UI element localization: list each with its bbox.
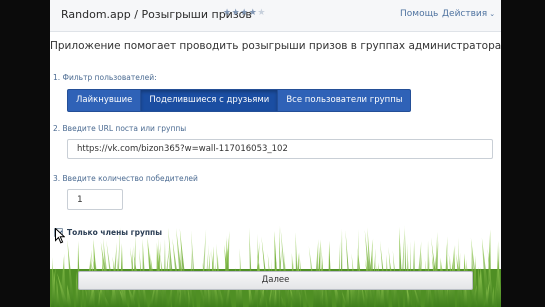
mouse-cursor-icon	[55, 228, 65, 244]
star-icon: ★	[231, 8, 241, 18]
filter-button-group: Лайкнувшие Поделившиеся с друзьями Все п…	[67, 89, 412, 112]
actions-label: Действия	[442, 9, 488, 19]
star-icon: ★	[240, 8, 249, 18]
actions-menu[interactable]: Действия ⌄	[442, 9, 495, 19]
count-label: 3. Введите количество победителей	[53, 174, 198, 183]
star-icon: ★	[257, 8, 266, 18]
winners-count-input[interactable]	[67, 189, 123, 210]
members-only-checkbox[interactable]: Только члены группы	[54, 226, 162, 238]
url-label: 2. Введите URL поста или группы	[53, 124, 187, 133]
grass-blade	[340, 228, 343, 307]
filter-liked-button[interactable]: Лайкнувшие	[67, 89, 142, 112]
app-window: Random.app / Розыгрыши призов ★★★★★ Помо…	[50, 0, 501, 307]
chevron-down-icon: ⌄	[489, 10, 496, 18]
filter-shared-button[interactable]: Поделившиеся с друзьями	[141, 89, 279, 112]
top-bar: Random.app / Розыгрыши призов ★★★★★ Помо…	[50, 0, 501, 32]
filter-all-members-button[interactable]: Все пользователи группы	[278, 89, 412, 112]
next-button[interactable]: Далее	[78, 271, 473, 290]
filter-label: 1. Фильтр пользователей:	[53, 73, 157, 82]
members-only-label: Только члены группы	[67, 227, 162, 237]
rating-stars: ★★★★★	[223, 8, 266, 18]
star-icon: ★	[223, 8, 232, 18]
help-link[interactable]: Помощь	[400, 9, 438, 19]
intro-text: Приложение помогает проводить розыгрыши …	[50, 40, 501, 52]
url-input[interactable]	[67, 139, 493, 159]
